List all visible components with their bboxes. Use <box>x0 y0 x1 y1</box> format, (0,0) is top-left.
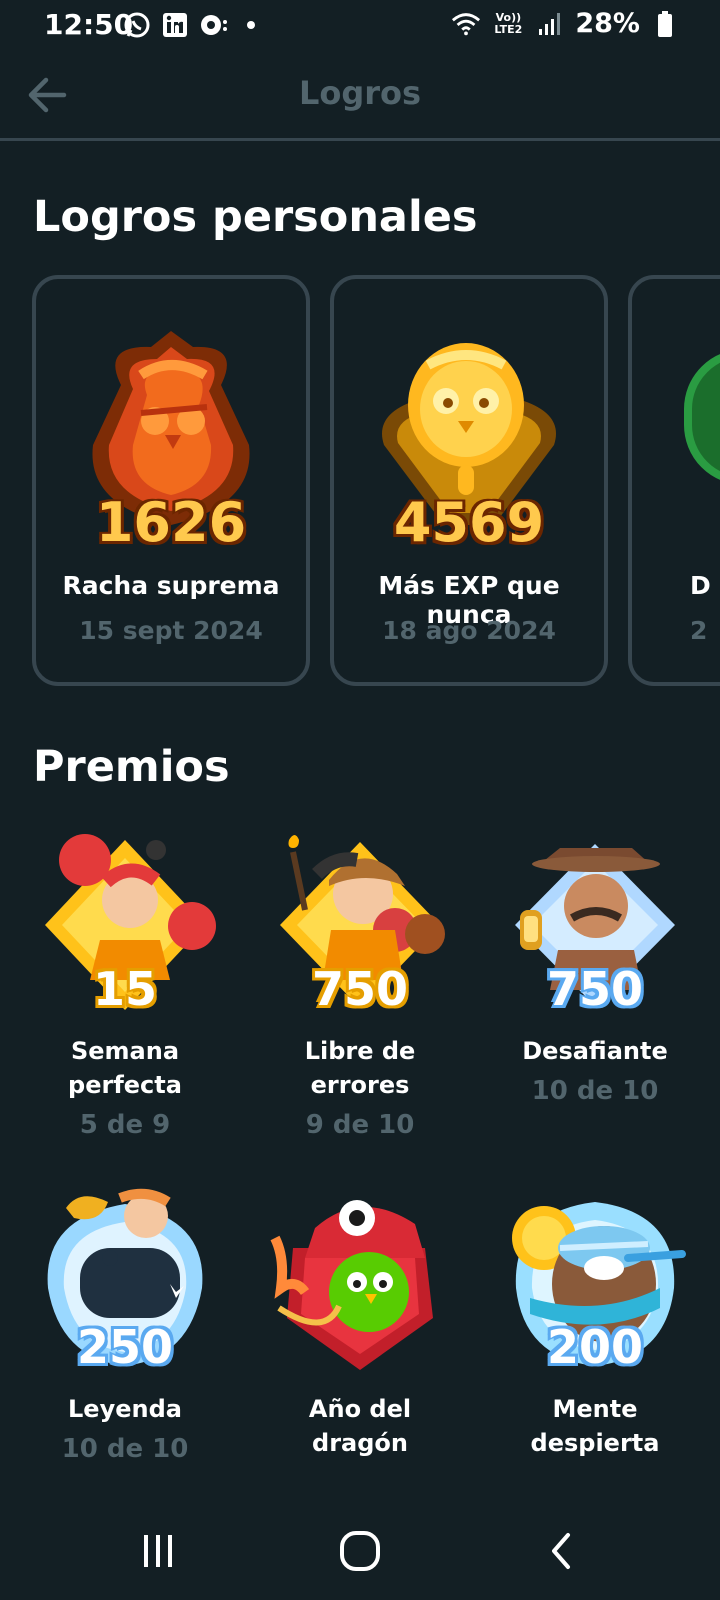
home-icon <box>340 1531 380 1571</box>
xp-value: 4569 <box>393 491 545 554</box>
award-label-line1: Semana <box>70 1037 180 1065</box>
award-early-bird[interactable]: 200 Mente despierta <box>480 1188 710 1460</box>
chevron-left-icon <box>552 1533 570 1569</box>
signal-icon <box>535 9 565 39</box>
award-progress: 5 de 9 <box>79 1110 171 1140</box>
award-label-line2: dragón <box>312 1429 408 1457</box>
award-label-line2: perfecta <box>68 1071 182 1099</box>
achievement-card-streak[interactable]: 1626 Racha suprema 15 sept 2024 <box>32 275 310 686</box>
whatsapp-icon <box>122 10 152 40</box>
awards-title: Premios <box>33 742 230 792</box>
award-count: 200 <box>546 1320 644 1374</box>
award-count: 750 <box>546 962 644 1016</box>
recent-apps-button[interactable] <box>128 1526 188 1576</box>
award-progress: 10 de 10 <box>531 1076 659 1106</box>
status-bar: 12:50 Vo)) LTE2 28% <box>0 0 720 50</box>
award-dragon-year[interactable]: Año del dragón <box>245 1188 475 1460</box>
award-error-free[interactable]: 750 Libre de errores 9 de 10 <box>245 830 475 1140</box>
achievement-date: 18 ago 2024 <box>382 616 556 645</box>
early-bird-badge: 200 <box>500 1188 690 1378</box>
award-progress: 9 de 10 <box>305 1110 415 1140</box>
award-label: Leyenda <box>10 1392 240 1426</box>
award-count: 750 <box>311 962 409 1016</box>
achievement-date: 15 sept 2024 <box>79 616 263 645</box>
chat-icon <box>198 10 228 40</box>
app-bar: Logros <box>0 50 720 141</box>
network-label: Vo)) LTE2 <box>494 10 523 36</box>
award-label: Semana perfecta <box>10 1034 240 1102</box>
award-label-line2: despierta <box>530 1429 660 1457</box>
dot-icon <box>236 10 266 40</box>
award-label: Mente despierta <box>480 1392 710 1460</box>
streak-value: 1626 <box>95 491 247 554</box>
system-back-button[interactable] <box>532 1526 592 1576</box>
page-title: Logros <box>298 74 422 112</box>
personal-achievements-title: Logros personales <box>33 192 478 242</box>
award-legend[interactable]: 250 Leyenda 10 de 10 <box>10 1188 240 1464</box>
legend-badge: 250 <box>30 1188 220 1378</box>
recent-apps-icon <box>144 1535 172 1567</box>
award-count: 15 <box>92 962 157 1016</box>
achievement-name: D <box>690 571 711 600</box>
award-label: Desafiante <box>480 1034 710 1068</box>
award-label-line2: errores <box>310 1071 410 1099</box>
home-button[interactable] <box>330 1526 390 1576</box>
wifi-icon <box>451 9 481 39</box>
achievement-name: Racha suprema <box>62 571 280 600</box>
system-nav-bar <box>0 1502 720 1600</box>
achievement-card-partial[interactable]: D 2 <box>628 275 720 686</box>
challenger-badge: 750 <box>500 830 690 1020</box>
partial-badge <box>684 349 720 485</box>
award-progress: 10 de 10 <box>61 1434 189 1464</box>
clock: 12:50 <box>44 8 134 41</box>
award-count: 250 <box>76 1320 174 1374</box>
battery-icon <box>650 9 680 39</box>
error-free-badge: 750 <box>265 830 455 1020</box>
linkedin-icon <box>160 10 190 40</box>
award-challenger[interactable]: 750 Desafiante 10 de 10 <box>480 830 710 1106</box>
award-label-line1: Mente <box>552 1395 638 1423</box>
achievement-card-xp[interactable]: 4569 Más EXP que nunca 18 ago 2024 <box>330 275 608 686</box>
achievement-date: 2 <box>690 616 708 645</box>
battery-percent: 28% <box>575 8 640 39</box>
award-label-line1: Año del <box>308 1395 412 1423</box>
award-label-line1: Libre de <box>304 1037 416 1065</box>
award-label: Libre de errores <box>245 1034 475 1102</box>
award-label: Año del dragón <box>245 1392 475 1460</box>
dragon-year-badge <box>265 1188 455 1378</box>
perfect-week-badge: 15 <box>30 830 220 1020</box>
award-perfect-week[interactable]: 15 Semana perfecta 5 de 9 <box>10 830 240 1140</box>
award-label-line1: Desafiante <box>522 1037 668 1065</box>
award-label-line1: Leyenda <box>68 1395 182 1423</box>
